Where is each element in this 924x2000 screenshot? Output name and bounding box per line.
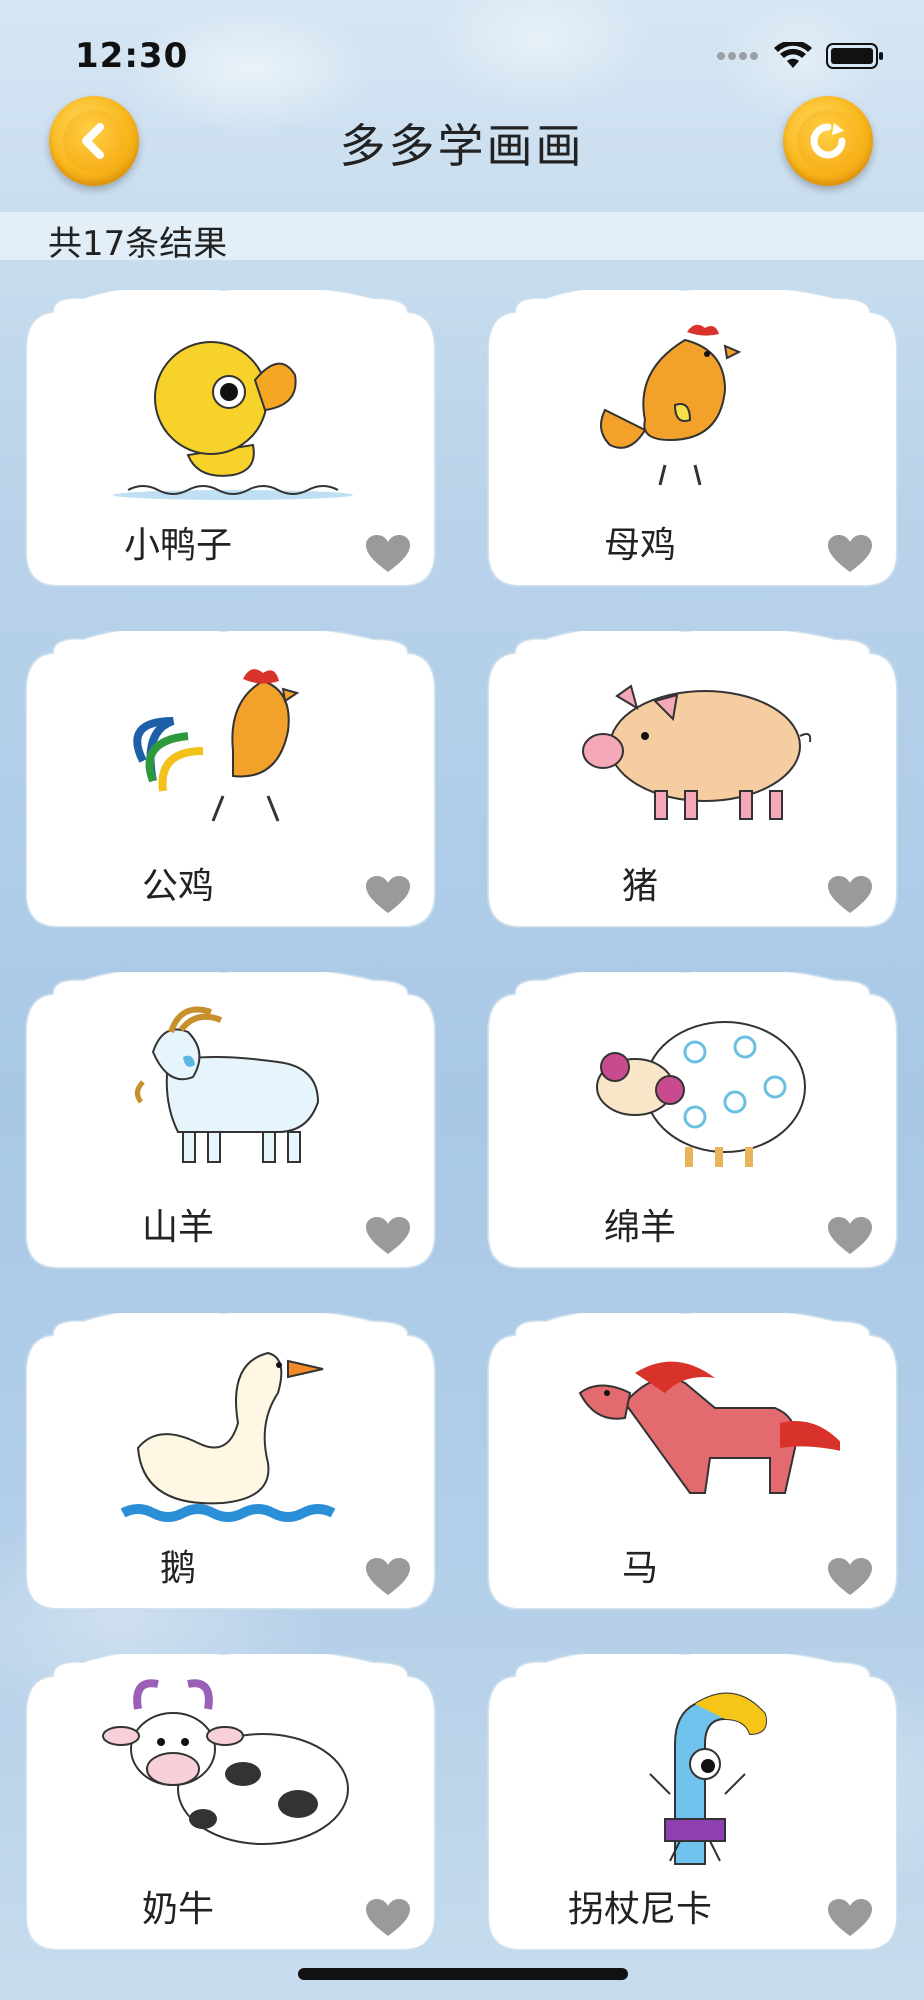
- drawing-title: 马: [621, 1548, 658, 1589]
- wifi-icon: [774, 42, 812, 68]
- favorite-heart-icon[interactable]: [365, 1216, 411, 1256]
- drawing-image: [600, 324, 742, 486]
- favorite-heart-icon[interactable]: [827, 1216, 873, 1256]
- drawing-title: 拐杖尼卡: [567, 1889, 712, 1930]
- signal-icon: [717, 52, 758, 60]
- drawing-title: 小鸭子: [123, 525, 232, 566]
- drawing-card-rooster[interactable]: 公鸡: [23, 631, 438, 931]
- drawing-title: 猪: [621, 866, 658, 907]
- drawing-image: [113, 341, 353, 500]
- favorite-heart-icon[interactable]: [365, 534, 411, 574]
- favorite-heart-icon[interactable]: [827, 875, 873, 915]
- drawing-title: 绵羊: [603, 1207, 676, 1248]
- favorite-heart-icon[interactable]: [827, 534, 873, 574]
- drawing-card-horse[interactable]: 马: [485, 1313, 900, 1613]
- drawing-title: 母鸡: [603, 525, 676, 566]
- drawing-title: 鹅: [159, 1548, 196, 1589]
- drawing-image: [135, 1006, 320, 1163]
- drawing-image: [582, 684, 812, 820]
- drawing-card-nika[interactable]: 拐杖尼卡: [485, 1654, 900, 1954]
- drawing-card-sheep[interactable]: 绵羊: [485, 972, 900, 1272]
- drawing-image: [596, 1021, 806, 1167]
- drawing-image: [102, 1679, 349, 1845]
- results-count: 共17条结果: [48, 224, 228, 264]
- home-indicator[interactable]: [298, 1968, 628, 1980]
- status-bar: 12:30: [0, 0, 924, 110]
- drawing-card-pig[interactable]: 猪: [485, 631, 900, 931]
- drawing-card-cow[interactable]: 奶牛: [23, 1654, 438, 1954]
- status-time: 12:30: [75, 36, 189, 76]
- favorite-heart-icon[interactable]: [365, 875, 411, 915]
- drawing-image: [649, 1692, 767, 1865]
- drawing-title: 公鸡: [141, 866, 214, 907]
- favorite-heart-icon[interactable]: [827, 1898, 873, 1938]
- refresh-button[interactable]: [783, 96, 873, 186]
- drawing-image: [133, 669, 300, 822]
- refresh-icon: [810, 123, 846, 159]
- drawing-card-hen[interactable]: 母鸡: [485, 290, 900, 590]
- drawing-image: [120, 1351, 336, 1522]
- status-icons: [716, 42, 884, 70]
- drawing-card-duckling[interactable]: 小鸭子: [23, 290, 438, 590]
- battery-icon: [826, 43, 883, 69]
- drawing-title: 山羊: [141, 1207, 214, 1248]
- favorite-heart-icon[interactable]: [365, 1557, 411, 1597]
- drawing-image: [578, 1361, 840, 1494]
- drawing-card-goose[interactable]: 鹅: [23, 1313, 438, 1613]
- results-bar: 共17条结果: [0, 212, 924, 264]
- drawing-title: 奶牛: [141, 1889, 214, 1930]
- favorite-heart-icon[interactable]: [827, 1557, 873, 1597]
- drawing-card-goat[interactable]: 山羊: [23, 972, 438, 1272]
- favorite-heart-icon[interactable]: [365, 1898, 411, 1938]
